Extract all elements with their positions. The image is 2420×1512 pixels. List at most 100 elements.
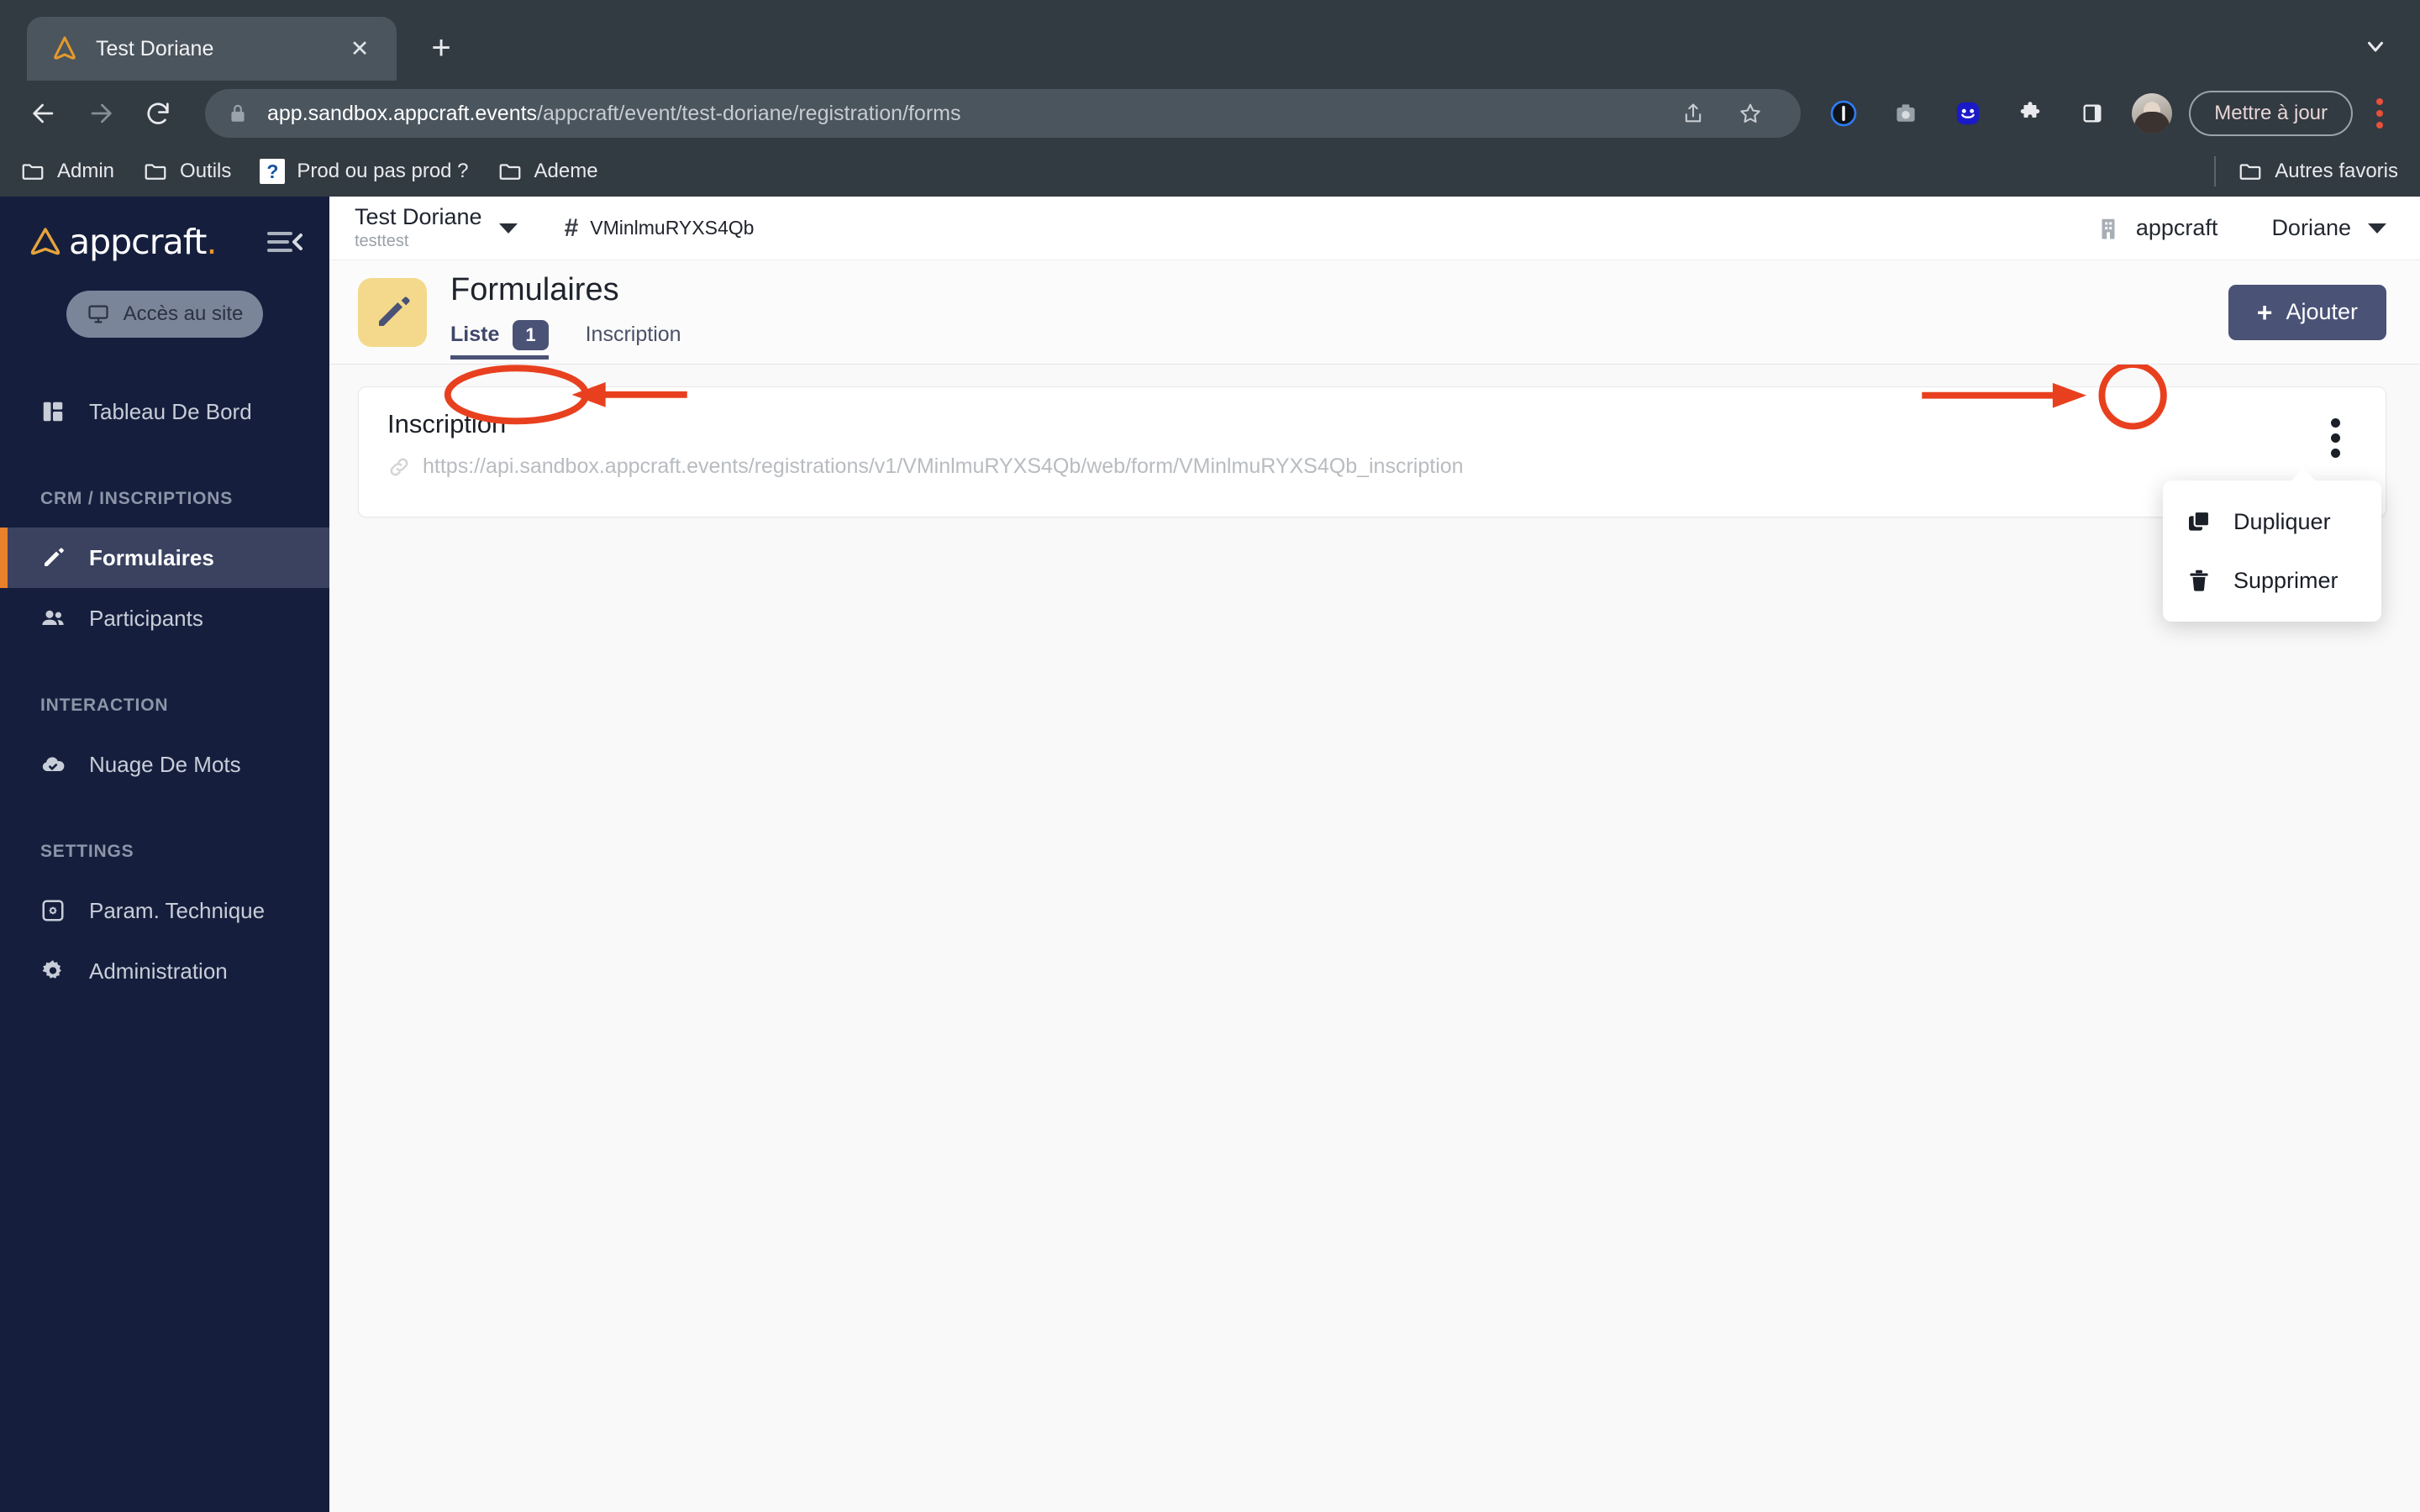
chevron-down-icon[interactable] [498, 223, 518, 234]
menu-item-supprimer[interactable]: Supprimer [2163, 551, 2381, 610]
event-selector[interactable]: Test Doriane testtest [355, 205, 482, 251]
form-card-menu-icon[interactable] [2313, 416, 2357, 459]
address-bar[interactable]: app.sandbox.appcraft.events/appcraft/eve… [205, 88, 1802, 139]
bookmark-admin[interactable]: Admin [20, 159, 114, 184]
sidebar: appcraft. Accès au site Tableau De Bord … [0, 197, 329, 1512]
extensions-area: Mettre à jour [1812, 88, 2402, 139]
tab-inscription[interactable]: Inscription [586, 316, 681, 360]
sidebar-item-participants[interactable]: Participants [0, 588, 329, 648]
sidebar-section-settings: SETTINGS [40, 842, 134, 861]
add-button[interactable]: + Ajouter [2228, 284, 2386, 340]
trash-icon [2185, 566, 2213, 595]
add-button-label: Ajouter [2286, 299, 2358, 324]
topbar-right: appcraft Doriane [2096, 215, 2386, 241]
sidebar-item-label: Param. Technique [89, 897, 266, 923]
cloud-check-icon [37, 748, 69, 780]
sidebar-item-param-technique[interactable]: Param. Technique [0, 880, 329, 941]
form-card[interactable]: Inscription https://api.sandbox.appcraft… [358, 386, 2386, 517]
tab-strip: Test Doriane ✕ + [0, 0, 2420, 81]
page-header: Formulaires Liste 1 Inscription + Ajoute… [329, 260, 2420, 365]
sidebar-nav: Tableau De Bord CRM / INSCRIPTIONS Formu… [0, 381, 329, 1001]
new-tab-button[interactable]: + [412, 18, 471, 77]
application-root: appcraft. Accès au site Tableau De Bord … [0, 197, 2420, 1512]
sidebar-item-label: Nuage De Mots [89, 751, 241, 777]
sidebar-item-administration[interactable]: Administration [0, 941, 329, 1001]
bookmarks-bar: Admin Outils ? Prod ou pas prod ? Ademe [0, 146, 2420, 197]
building-icon [2096, 216, 2121, 241]
chevron-down-icon [2368, 223, 2386, 234]
hash-icon: # [564, 213, 579, 242]
bookmark-autres-favoris[interactable]: Autres favoris [2238, 159, 2398, 184]
settings-square-icon [37, 895, 69, 927]
profile-avatar[interactable] [2132, 93, 2173, 134]
bookmark-prod-ou-pas-prod[interactable]: ? Prod ou pas prod ? [260, 159, 469, 184]
camera-icon[interactable] [1881, 88, 1931, 139]
browser-window: Test Doriane ✕ + app.sandbox.appcraft.ev… [0, 0, 2420, 1512]
sidebar-item-label: Administration [89, 958, 228, 984]
brand-name: appcraft. [69, 222, 218, 262]
onepassword-icon[interactable] [1818, 88, 1869, 139]
link-icon [387, 455, 411, 479]
browser-tab[interactable]: Test Doriane ✕ [27, 17, 397, 81]
access-site-label: Accès au site [123, 302, 244, 325]
sidebar-item-label: Tableau De Bord [89, 398, 252, 424]
folder-icon [20, 159, 45, 184]
page-pencil-icon [358, 277, 427, 347]
sidebar-item-nuage-de-mots[interactable]: Nuage De Mots [0, 734, 329, 795]
user-menu[interactable]: Doriane [2271, 215, 2386, 241]
copy-icon [2185, 507, 2213, 536]
bookmark-label: Prod ou pas prod ? [297, 160, 469, 182]
divider [2214, 156, 2217, 186]
tab-liste[interactable]: Liste 1 [450, 316, 549, 360]
app-topbar: Test Doriane testtest # VMinlmuRYXS4Qb a… [329, 197, 2420, 260]
omnibox-actions [1648, 88, 1779, 139]
plus-icon: + [2256, 297, 2273, 328]
tab-badge: 1 [513, 319, 549, 350]
user-name: Doriane [2271, 215, 2351, 240]
menu-item-dupliquer[interactable]: Dupliquer [2163, 492, 2381, 551]
folder-icon [497, 159, 523, 184]
sidebar-item-label: Participants [89, 605, 203, 631]
reload-icon[interactable] [133, 88, 183, 139]
menu-item-label: Supprimer [2233, 567, 2338, 593]
bookmark-star-icon[interactable] [1725, 88, 1776, 139]
brand-header: appcraft. [0, 202, 329, 262]
sidebar-item-label: Formulaires [89, 544, 214, 570]
monitor-icon [87, 302, 110, 326]
forward-icon[interactable] [76, 88, 126, 139]
close-icon[interactable]: ✕ [343, 32, 376, 66]
dashboard-icon [37, 396, 69, 428]
brand-text: appcraft [69, 222, 207, 262]
bookmark-label: Admin [57, 160, 115, 182]
url-text: app.sandbox.appcraft.events/appcraft/eve… [267, 102, 960, 126]
collapse-sidebar-icon[interactable] [264, 222, 304, 262]
event-name: Test Doriane [355, 204, 482, 230]
menu-item-label: Dupliquer [2233, 508, 2331, 534]
chevron-down-icon[interactable] [2353, 24, 2398, 69]
bookmark-outils[interactable]: Outils [143, 159, 231, 184]
share-icon[interactable] [1668, 88, 1718, 139]
sidebar-item-formulaires[interactable]: Formulaires [0, 528, 329, 588]
access-site-button[interactable]: Accès au site [66, 291, 263, 338]
update-button[interactable]: Mettre à jour [2189, 91, 2353, 136]
lock-icon [227, 102, 249, 124]
form-card-url-text: https://api.sandbox.appcraft.events/regi… [423, 454, 1464, 478]
browser-tab-title: Test Doriane [96, 36, 214, 60]
brand-dot: . [206, 222, 218, 262]
event-subtitle: testtest [355, 231, 409, 250]
puzzle-extensions-icon[interactable] [2005, 88, 2055, 139]
browser-menu-icon[interactable] [2358, 90, 2402, 137]
tab-label: Inscription [585, 323, 681, 347]
browser-toolbar: app.sandbox.appcraft.events/appcraft/eve… [0, 81, 2420, 146]
back-icon[interactable] [18, 88, 69, 139]
organization-selector[interactable]: appcraft [2096, 215, 2218, 241]
bookmark-ademe[interactable]: Ademe [497, 159, 598, 184]
other-bookmarks-area: Autres favoris [2214, 156, 2398, 186]
organization-label: appcraft [2135, 215, 2218, 240]
sidebar-item-tableau-de-bord[interactable]: Tableau De Bord [0, 381, 329, 442]
page-title: Formulaires [450, 272, 619, 307]
smiley-extension-icon[interactable] [1943, 88, 1993, 139]
content-area: Test Doriane testtest # VMinlmuRYXS4Qb a… [329, 197, 2420, 1512]
sidebar-section-crm: CRM / INSCRIPTIONS [40, 489, 234, 508]
sidepanel-icon[interactable] [2067, 88, 2118, 139]
